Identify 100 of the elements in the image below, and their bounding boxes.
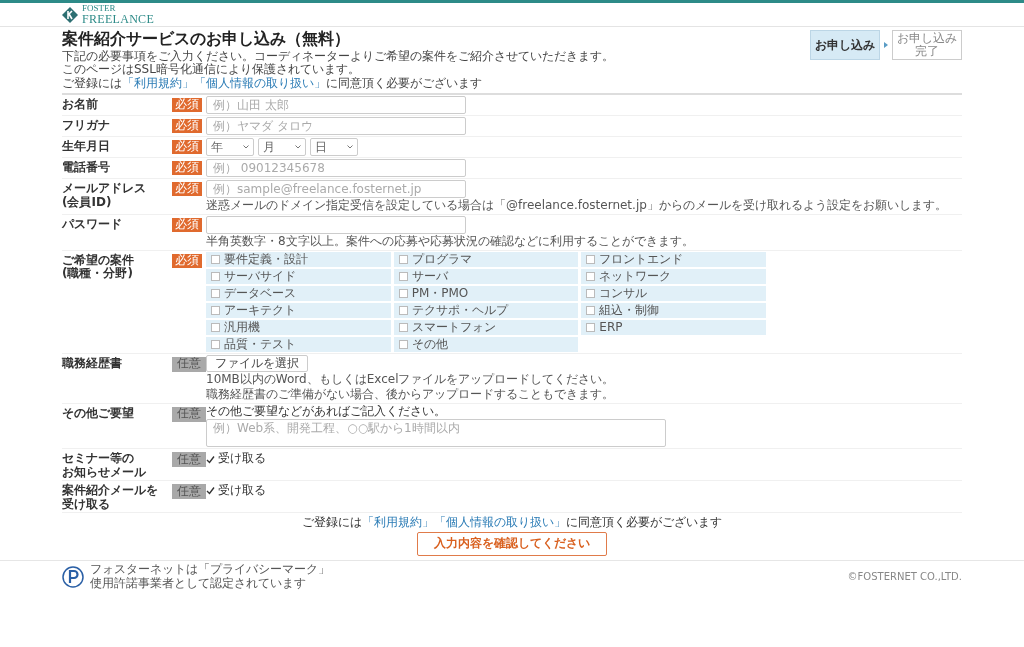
required-badge: 必須 <box>172 140 202 154</box>
privacy-text: フォスターネットは「プライバシーマーク」 <box>90 562 330 577</box>
option-tile[interactable]: ERP <box>581 319 766 335</box>
logo-icon <box>62 6 78 23</box>
chevron-down-icon <box>347 145 353 150</box>
required-badge: 必須 <box>172 161 202 175</box>
select-field[interactable]: 日 <box>310 138 358 157</box>
field-label: メールアドレス (会員ID) <box>62 180 147 210</box>
checkbox[interactable] <box>398 288 408 298</box>
select-field[interactable]: 年 <box>206 138 254 157</box>
required-badge: 必須 <box>172 218 202 232</box>
chevron-down-icon <box>243 145 249 150</box>
checkbox[interactable] <box>398 322 408 332</box>
checkbox[interactable] <box>398 271 408 281</box>
optional-badge: 任意 <box>172 356 206 372</box>
checkbox[interactable] <box>398 305 408 315</box>
required-badge: 必須 <box>172 253 202 268</box>
option-label: プログラマ <box>411 252 472 267</box>
input-field[interactable]: 例） 09012345678 <box>206 159 466 178</box>
privacy-mark-icon <box>62 565 84 588</box>
option-label: アーキテクト <box>224 303 296 318</box>
link[interactable]: 「利用規約」 <box>362 515 434 530</box>
checkbox[interactable] <box>398 339 408 349</box>
option-tile[interactable]: プログラマ <box>393 251 579 267</box>
checkbox[interactable] <box>211 339 220 349</box>
option-label: PM・PMO <box>411 286 469 301</box>
option-label: 要件定義・設計 <box>224 252 308 267</box>
option-tile[interactable]: PM・PMO <box>393 285 579 301</box>
select-field[interactable]: 月 <box>258 138 306 157</box>
checkbox[interactable] <box>586 322 596 332</box>
option-tile[interactable]: フロントエンド <box>581 251 766 267</box>
option-tile[interactable]: アーキテクト <box>206 302 391 318</box>
intro-text: 下記の必要事項をご入力ください。コーディネーターよりご希望の案件をご紹介させていただきます。 <box>62 49 614 64</box>
privacy-text: 使用許諾事業者として認定されています <box>90 576 307 591</box>
option-label: ERP <box>599 320 623 335</box>
option-label: ネットワーク <box>599 269 672 284</box>
link[interactable]: 「個人情報の取り扱い」 <box>434 515 566 530</box>
help-text: 10MB以内のWord、もしくはExcelファイルをアップロードしてください。 <box>206 373 616 388</box>
checkbox[interactable] <box>211 305 220 315</box>
option-tile[interactable]: 組込・制御 <box>581 302 766 318</box>
logo-text: FREELANCE <box>82 13 155 25</box>
input-field[interactable] <box>206 216 466 234</box>
field-label: 職務経歴書 <box>62 354 123 371</box>
option-label: データベース <box>224 286 296 301</box>
step-indicator: お申し込み <box>810 30 880 60</box>
option-tile[interactable]: スマートフォン <box>393 319 579 335</box>
checkbox[interactable] <box>586 288 596 298</box>
input-field[interactable]: 例）山田 太郎 <box>206 96 466 115</box>
checkbox[interactable] <box>211 254 220 264</box>
choose-file-button[interactable]: ファイルを選択 <box>206 354 308 373</box>
confirm-button[interactable]: 入力内容を確認してください <box>417 532 607 556</box>
link[interactable]: 「個人情報の取り扱い」 <box>194 75 326 90</box>
option-tile[interactable]: サーバサイド <box>206 268 391 284</box>
logo-text: FOSTER <box>82 4 117 13</box>
checkbox[interactable] <box>211 288 220 298</box>
checkbox[interactable] <box>206 454 215 464</box>
option-label: サーバ <box>411 269 448 284</box>
option-tile[interactable]: テクサポ・ヘルプ <box>393 302 579 318</box>
option-tile[interactable]: ネットワーク <box>581 268 766 284</box>
select-text: 日 <box>315 140 327 154</box>
option-label: 汎用機 <box>224 320 260 335</box>
checkbox[interactable] <box>211 271 220 281</box>
required-badge: 必須 <box>172 98 202 112</box>
checkbox[interactable] <box>586 254 596 264</box>
help-text: 職務経歴書のご準備がない場合、後からアップロードすることもできます。 <box>206 388 615 402</box>
input-field[interactable]: 例）ヤマダ タロウ <box>206 117 466 136</box>
option-label: スマートフォン <box>411 320 496 335</box>
field-label: 生年月日 <box>62 138 111 154</box>
field-label: 案件紹介メールを 受け取る <box>62 482 159 512</box>
checkbox[interactable] <box>211 322 220 332</box>
option-tile[interactable]: コンサル <box>581 285 766 301</box>
step-indicator: お申し込み完了 <box>892 30 962 60</box>
option-tile[interactable]: その他 <box>393 336 579 352</box>
textarea-field[interactable]: 例）Web系、開発工程、○○駅から1時間以内 <box>206 419 666 448</box>
option-tile[interactable]: サーバ <box>393 268 579 284</box>
option-label: コンサル <box>599 286 648 301</box>
checkbox[interactable] <box>206 486 215 496</box>
option-label: その他 <box>411 337 448 352</box>
option-tile[interactable]: 要件定義・設計 <box>206 251 391 267</box>
checkbox[interactable] <box>398 254 408 264</box>
prompt-text: その他ご要望などがあればご記入ください。 <box>206 404 447 419</box>
help-text: 半角英数字・8文字以上。案件への応募や応募状況の確認などに利用することができます。 <box>206 235 695 249</box>
option-tile[interactable]: 汎用機 <box>206 319 391 335</box>
checkbox[interactable] <box>586 305 596 315</box>
select-text: 月 <box>263 140 275 154</box>
checkbox[interactable] <box>586 271 596 281</box>
option-tile[interactable]: 品質・テスト <box>206 336 391 352</box>
checkbox-label: 受け取る <box>218 484 266 498</box>
option-label: フロントエンド <box>599 252 684 267</box>
consent-text: ご登録には「利用規約」「個人情報の取り扱い」に同意頂く必要がございます <box>62 76 483 91</box>
option-tile[interactable]: データベース <box>206 285 391 301</box>
field-label: その他ご要望 <box>62 404 135 421</box>
help-text: 迷惑メールのドメイン指定受信を設定している場合は「@freelance.fosternet.jp」からのメールを受け取れるよう設定をお願いします。 <box>206 199 948 213</box>
page-title: 案件紹介サービスのお申し込み（無料） <box>62 30 351 48</box>
input-field[interactable]: 例）sample@freelance.fosternet.jp <box>206 180 466 199</box>
optional-badge: 任意 <box>172 452 206 468</box>
required-badge: 必須 <box>172 119 202 133</box>
link[interactable]: 「利用規約」 <box>122 75 194 90</box>
option-label: テクサポ・ヘルプ <box>411 303 508 318</box>
field-label: セミナー等の お知らせメール <box>62 450 147 480</box>
